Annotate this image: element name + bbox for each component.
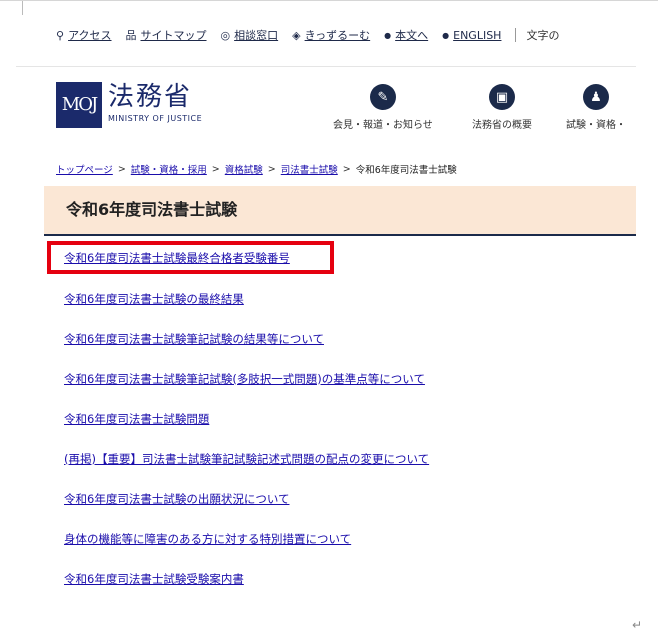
utility-link-skip-to-content[interactable]: 本文へ [395,27,428,43]
breadcrumb-link-top[interactable]: トップページ [56,162,113,176]
logo-kanji: 法務省 [108,82,193,112]
breadcrumb-separator-icon: > [211,163,220,175]
location-pin-icon: ⚲ [56,28,65,42]
logo-english: MINISTRY OF JUSTICE [108,114,203,123]
utility-item-skip-to-content[interactable]: ● 本文へ [384,27,428,43]
moj-logo[interactable]: MOJ 法務省 MINISTRY OF JUSTICE [56,82,206,128]
moj-logo-mark: MOJ [56,82,102,128]
utility-link-access[interactable]: アクセス [68,27,111,43]
utility-link-sitemap[interactable]: サイトマップ [141,27,207,43]
global-nav-exams[interactable]: ♟ 試験・資格・ [566,84,626,136]
link-exam-questions[interactable]: 令和6年度司法書士試験問題 [64,411,209,427]
sitemap-icon: 品 [125,29,137,42]
utility-item-english[interactable]: ● ENGLISH [442,29,501,42]
utility-item-kids[interactable]: ◈ きっずるーむ [292,27,370,43]
mascot-icon: ◈ [292,28,301,42]
utility-item-consultation[interactable]: ◎ 相談窓口 [221,27,279,43]
header-divider [16,66,636,67]
link-scoring-change[interactable]: (再掲)【重要】司法書士試験筆記試験記述式問題の配点の変更について [64,451,429,467]
chat-bubble-icon: ◎ [220,28,231,42]
microphone-icon: ✎ [369,84,396,110]
utility-link-consultation[interactable]: 相談窓口 [234,27,278,43]
link-final-results[interactable]: 令和6年度司法書士試験の最終結果 [64,291,244,307]
global-nav-overview[interactable]: ▣ 法務省の概要 [472,84,532,136]
divider [22,1,23,15]
breadcrumb-separator-icon: > [117,163,126,175]
return-mark-icon: ↵ [632,618,643,632]
bullet-icon: ● [442,30,450,40]
page-title: 令和6年度司法書士試験 [66,200,238,219]
utility-item-sitemap[interactable]: 品 サイトマップ [126,27,207,43]
utility-link-english[interactable]: ENGLISH [453,29,501,42]
page-title-band: 令和6年度司法書士試験 [44,186,636,236]
link-special-measures[interactable]: 身体の機能等に障害のある方に対する特別措置について [64,531,351,547]
divider [515,28,517,42]
global-nav-label: 法務省の概要 [472,120,532,131]
utility-link-kids[interactable]: きっずるーむ [305,27,371,43]
breadcrumb-link-exams[interactable]: 試験・資格・採用 [131,162,207,176]
link-application-status[interactable]: 令和6年度司法書士試験の出願状況について [64,491,289,507]
breadcrumb: トップページ > 試験・資格・採用 > 資格試験 > 司法書士試験 > 令和6年… [56,162,457,177]
link-standard-score[interactable]: 令和6年度司法書士試験筆記試験(多肢択一式問題)の基準点等について [64,371,425,387]
breadcrumb-link-qualification[interactable]: 資格試験 [225,162,263,176]
breadcrumb-separator-icon: > [267,163,276,175]
people-icon: ♟ [583,84,609,110]
global-nav-press[interactable]: ✎ 会見・報道・お知らせ [333,84,433,136]
breadcrumb-separator-icon: > [342,163,351,175]
breadcrumb-current: 令和6年度司法書士試験 [355,165,457,176]
text-size-label: 文字の [526,29,560,42]
global-nav-label: 会見・報道・お知らせ [333,120,433,131]
utility-nav: ⚲ アクセス 品 サイトマップ ◎ 相談窓口 ◈ きっずるーむ ● 本文へ ● … [56,26,559,44]
breadcrumb-link-shiho[interactable]: 司法書士試験 [281,162,338,176]
highlight-box [47,241,334,274]
link-exam-guide[interactable]: 令和6年度司法書士試験受験案内書 [64,571,244,587]
bullet-icon: ● [384,30,392,40]
link-written-exam-results[interactable]: 令和6年度司法書士試験筆記試験の結果等について [64,331,324,347]
utility-item-access[interactable]: ⚲ アクセス [56,27,112,43]
building-icon: ▣ [489,84,515,110]
global-nav-label: 試験・資格・ [566,120,626,131]
